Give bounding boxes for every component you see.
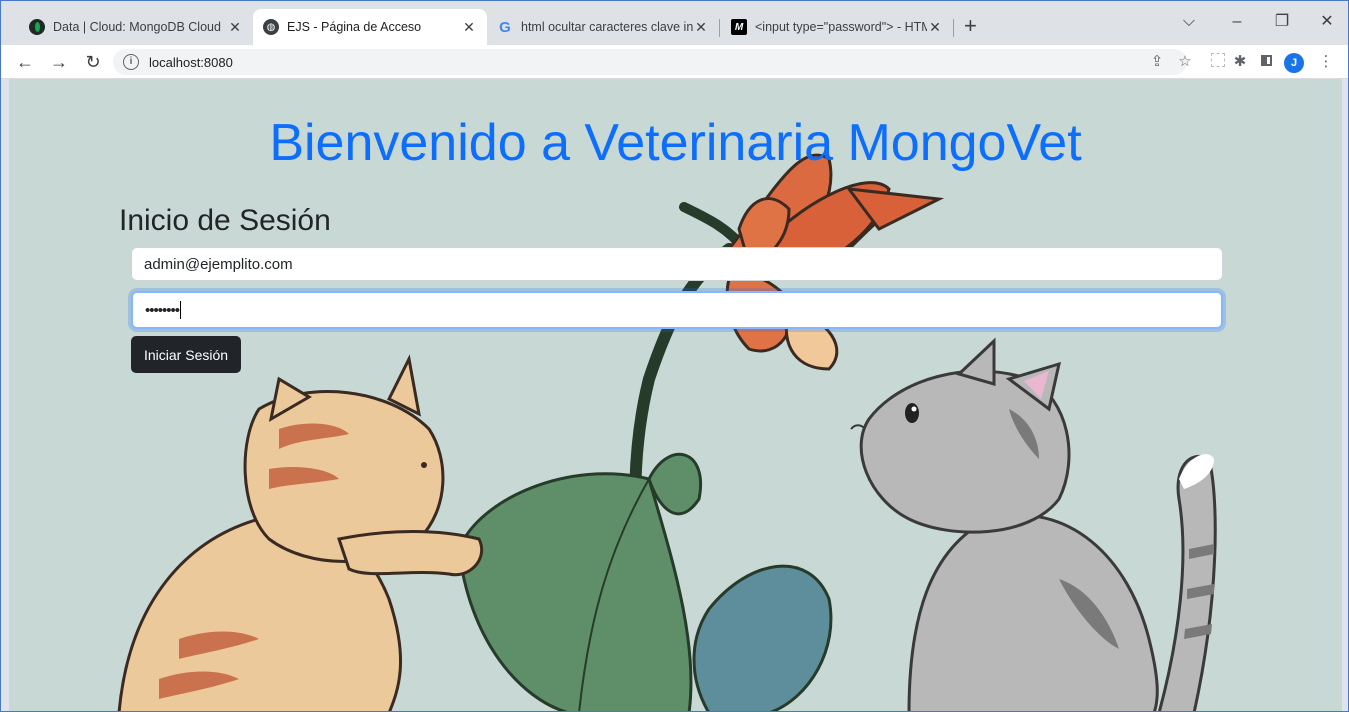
tab-search-icon[interactable]: ⌵: [1169, 9, 1209, 35]
cats-and-flower-illustration: [117, 153, 1217, 711]
tab-separator: [719, 19, 720, 37]
tab-title: Data | Cloud: MongoDB Cloud: [53, 20, 221, 34]
menu-kebab-icon[interactable]: ⋮: [1317, 53, 1335, 71]
browser-toolbar: ← → ↻ i localhost:8080 ⇪ ☆ ✱ J ⋮: [1, 45, 1348, 79]
tab-mdn-password[interactable]: M <input type="password"> - HTM ✕: [721, 9, 953, 45]
password-masked-value: ••••••••: [145, 301, 180, 319]
back-arrow-icon[interactable]: ←: [13, 50, 37, 74]
tab-title: html ocultar caracteres clave inpu: [521, 20, 693, 34]
browser-window: Data | Cloud: MongoDB Cloud ✕ ◍ EJS - Pá…: [0, 0, 1349, 712]
mdn-m-icon: M: [731, 19, 747, 35]
reload-icon[interactable]: ↻: [81, 50, 105, 74]
close-tab-icon[interactable]: ✕: [461, 19, 477, 36]
forward-arrow-icon[interactable]: →: [47, 50, 71, 74]
restore-icon[interactable]: ❐: [1262, 9, 1302, 35]
email-field[interactable]: admin@ejemplito.com: [131, 247, 1223, 281]
tab-title: <input type="password"> - HTM: [755, 20, 927, 34]
page-viewport: Bienvenido a Veterinaria MongoVet Inicio…: [9, 79, 1342, 711]
tab-mongodb-cloud[interactable]: Data | Cloud: MongoDB Cloud ✕: [19, 9, 253, 45]
password-field[interactable]: ••••••••: [131, 291, 1223, 329]
site-info-icon[interactable]: i: [123, 54, 139, 70]
bookmark-star-icon[interactable]: ☆: [1176, 53, 1194, 71]
minimize-icon[interactable]: –: [1217, 9, 1257, 35]
page-title: Bienvenido a Veterinaria MongoVet: [269, 114, 1082, 172]
extensions-puzzle-icon[interactable]: ✱: [1231, 53, 1249, 71]
close-window-icon[interactable]: ✕: [1307, 9, 1347, 35]
close-tab-icon[interactable]: ✕: [227, 19, 243, 36]
mongodb-leaf-icon: [29, 19, 45, 35]
address-url[interactable]: localhost:8080: [149, 55, 233, 70]
tab-separator: [953, 19, 954, 37]
close-tab-icon[interactable]: ✕: [927, 19, 943, 36]
new-tab-button[interactable]: +: [964, 13, 977, 39]
tab-google-search[interactable]: G html ocultar caracteres clave inpu ✕: [487, 9, 719, 45]
share-icon[interactable]: ⇪: [1148, 53, 1166, 71]
close-tab-icon[interactable]: ✕: [693, 19, 709, 36]
tab-ejs-acceso[interactable]: ◍ EJS - Página de Acceso ✕: [253, 9, 487, 45]
google-g-icon: G: [499, 18, 511, 36]
login-title: Inicio de Sesión: [119, 204, 331, 237]
email-value: admin@ejemplito.com: [144, 255, 293, 273]
globe-icon: ◍: [263, 19, 279, 35]
profile-avatar[interactable]: J: [1284, 53, 1304, 73]
login-button[interactable]: Iniciar Sesión: [131, 336, 242, 373]
tab-title: EJS - Página de Acceso: [287, 20, 422, 34]
text-caret: [180, 301, 182, 319]
address-bar[interactable]: i localhost:8080: [113, 49, 1187, 75]
extension-placeholder-icon[interactable]: [1209, 53, 1227, 71]
tab-strip: Data | Cloud: MongoDB Cloud ✕ ◍ EJS - Pá…: [1, 1, 1348, 45]
side-panel-icon[interactable]: [1257, 53, 1275, 71]
